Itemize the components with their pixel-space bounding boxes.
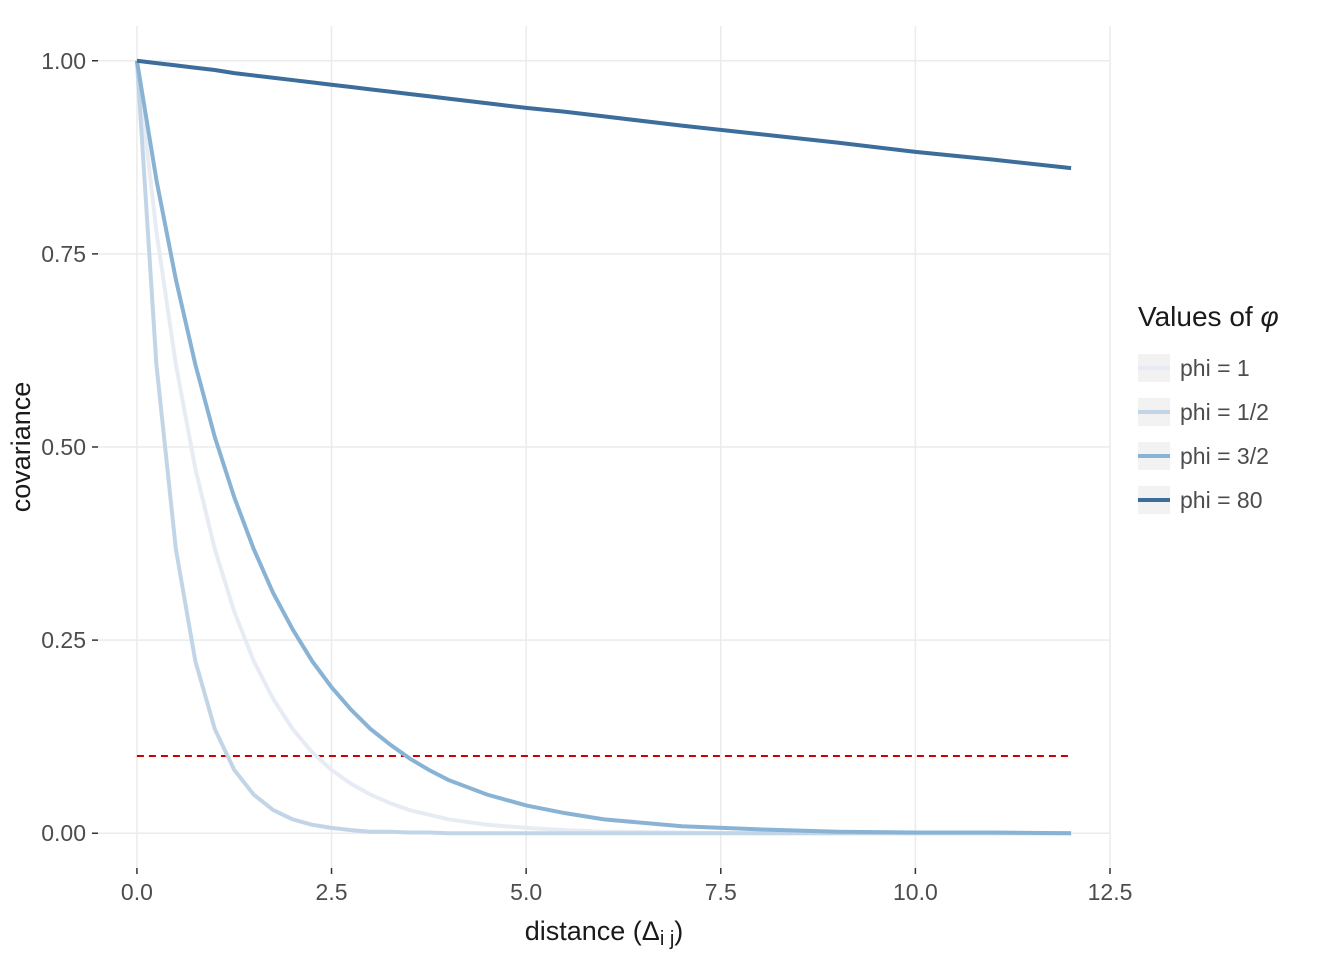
y-tick-label: 0.00 (41, 820, 86, 846)
legend-item: phi = 1/2 (1138, 398, 1269, 426)
x-tick-label: 5.0 (510, 879, 542, 905)
legend-label: phi = 3/2 (1180, 443, 1269, 469)
x-tick-label: 10.0 (893, 879, 938, 905)
legend-title: Values of φ (1138, 301, 1279, 332)
x-tick-label: 2.5 (316, 879, 348, 905)
line-chart: 0.0 2.5 5.0 7.5 10.0 12.5 0.00 0.25 0.50 0.75 1.00… (0, 0, 1344, 960)
legend-label: phi = 1/2 (1180, 399, 1269, 425)
y-tick-label: 1.00 (41, 48, 86, 74)
legend-item: phi = 80 (1138, 486, 1263, 514)
x-axis-title: distance (Δi j) (525, 916, 684, 950)
y-tick-label: 0.75 (41, 241, 86, 267)
y-tick-label: 0.25 (41, 627, 86, 653)
legend-label: phi = 1 (1180, 355, 1250, 381)
x-tick-label: 7.5 (705, 879, 737, 905)
x-tick-label: 0.0 (121, 879, 153, 905)
chart-container: 0.0 2.5 5.0 7.5 10.0 12.5 0.00 0.25 0.50 0.75 1.00… (0, 0, 1344, 960)
legend-label: phi = 80 (1180, 487, 1263, 513)
x-tick-label: 12.5 (1088, 879, 1133, 905)
legend-item: phi = 1 (1138, 354, 1250, 382)
y-tick-label: 0.50 (41, 434, 86, 460)
legend-item: phi = 3/2 (1138, 442, 1269, 470)
y-axis-title: covariance (6, 382, 36, 513)
